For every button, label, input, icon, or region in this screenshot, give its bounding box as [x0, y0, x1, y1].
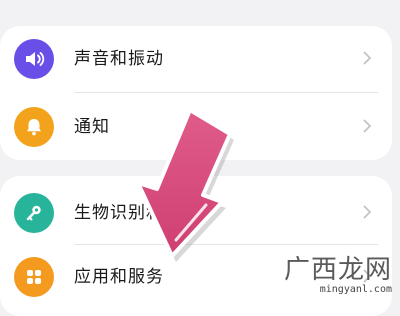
watermark: 广西龙网 mingyanl.com: [284, 256, 392, 296]
watermark-title: 广西龙网: [283, 255, 392, 285]
watermark-url: mingyanl.com: [319, 284, 392, 295]
